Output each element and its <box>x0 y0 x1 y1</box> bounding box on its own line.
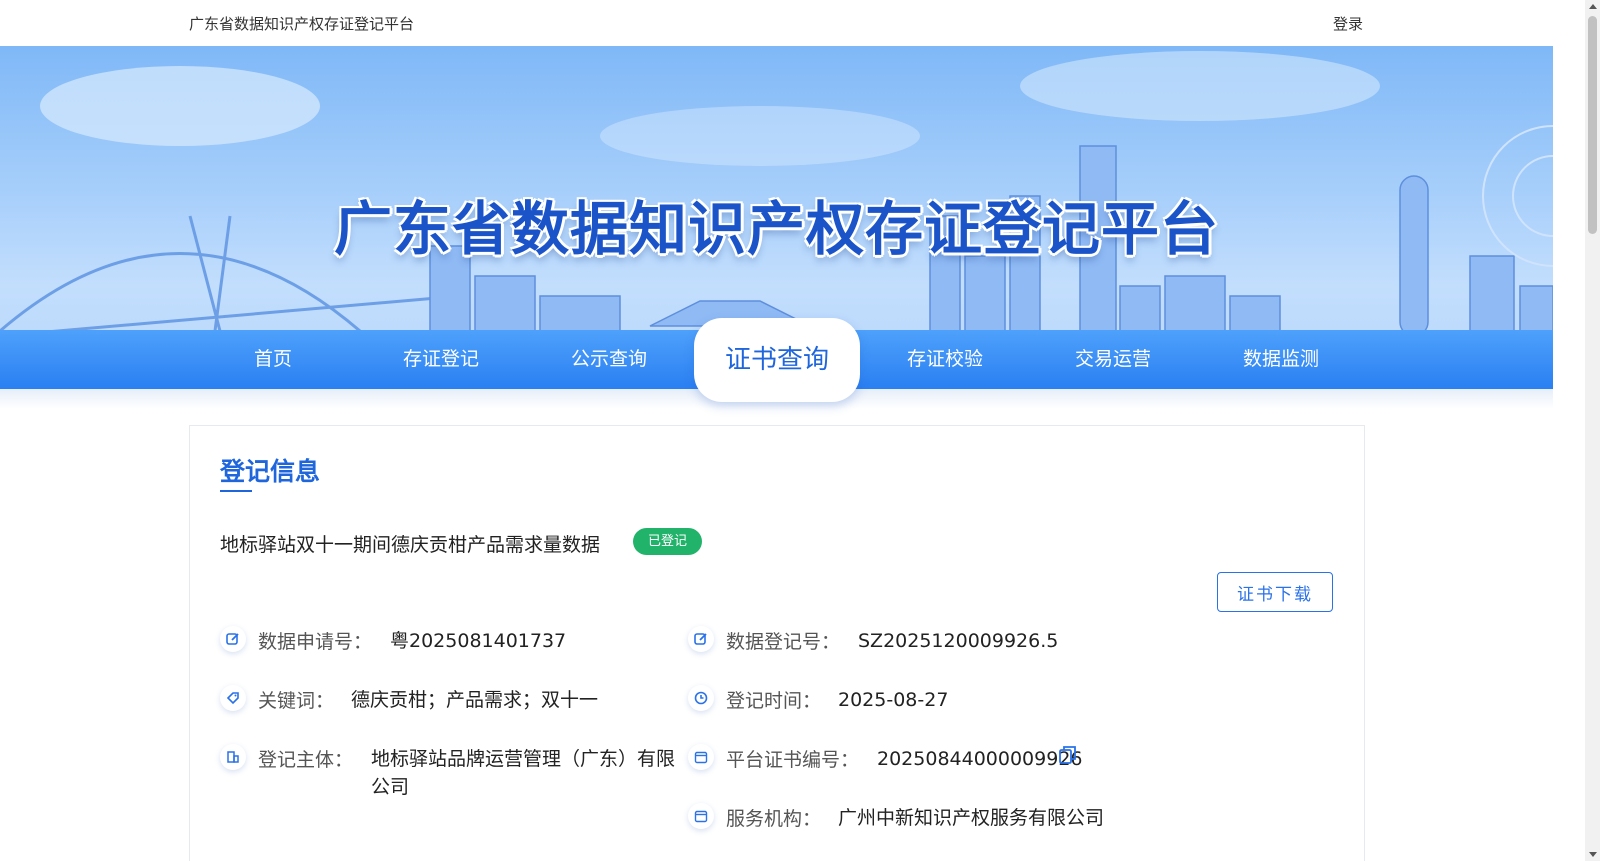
edit-icon <box>220 626 246 652</box>
page-scrollbar[interactable] <box>1585 0 1600 861</box>
section-title: 登记信息 <box>220 457 321 486</box>
building-icon <box>220 744 246 770</box>
section-underline <box>220 490 252 492</box>
status-badge: 已登记 <box>633 528 702 555</box>
scroll-down-arrow-icon[interactable] <box>1589 852 1597 857</box>
field-label: 数据申请号： <box>258 631 373 653</box>
clock-icon <box>688 685 714 711</box>
field-keywords: 关键词： 德庆贡柑；产品需求；双十一 <box>220 685 680 715</box>
field-value: 20250844000009926 <box>877 748 1083 770</box>
nav-verify[interactable]: 存证校验 <box>861 330 1029 389</box>
tag-icon <box>220 685 246 711</box>
field-certificate-no: 平台证书编号： 20250844000009926 <box>688 744 1208 774</box>
registration-info-card: 登记信息 地标驿站双十一期间德庆贡柑产品需求量数据 已登记 证书下载 数据申请号… <box>189 425 1365 861</box>
nav-trading[interactable]: 交易运营 <box>1029 330 1197 389</box>
field-application-no: 数据申请号： 粤2025081401737 <box>220 626 680 656</box>
field-value: 粤2025081401737 <box>390 630 567 652</box>
top-bar: 广东省数据知识产权存证登记平台 登录 <box>0 0 1553 46</box>
scroll-up-arrow-icon[interactable] <box>1589 4 1597 9</box>
edit-icon <box>688 626 714 652</box>
nav-monitoring[interactable]: 数据监测 <box>1197 330 1365 389</box>
record-title: 地标驿站双十一期间德庆贡柑产品需求量数据 <box>220 534 601 556</box>
copy-icon[interactable] <box>1059 745 1077 769</box>
field-label: 平台证书编号： <box>726 749 860 771</box>
field-label: 登记主体： <box>258 749 354 771</box>
nav-certificate-query-active[interactable]: 证书查询 <box>694 318 860 402</box>
login-link[interactable]: 登录 <box>1333 13 1363 34</box>
field-value: 德庆贡柑；产品需求；双十一 <box>351 689 599 711</box>
field-value: 地标驿站品牌运营管理（广东）有限公司 <box>371 748 676 798</box>
field-label: 登记时间： <box>726 690 822 712</box>
field-service-org: 服务机构： 广州中新知识产权服务有限公司 <box>688 803 1208 833</box>
field-registration-time: 登记时间： 2025-08-27 <box>688 685 1208 715</box>
field-label: 关键词： <box>258 690 335 712</box>
nav-register[interactable]: 存证登记 <box>357 330 525 389</box>
field-label: 服务机构： <box>726 808 822 830</box>
site-name: 广东省数据知识产权存证登记平台 <box>189 15 415 33</box>
field-value: 广州中新知识产权服务有限公司 <box>838 807 1105 829</box>
field-value: 2025-08-27 <box>838 689 949 711</box>
certificate-download-button[interactable]: 证书下载 <box>1217 572 1333 612</box>
field-value: SZ2025120009926.5 <box>858 630 1059 652</box>
field-label: 数据登记号： <box>726 631 841 653</box>
field-registrant: 登记主体： 地标驿站品牌运营管理（广东）有限公司 <box>220 744 690 804</box>
nav-public-query[interactable]: 公示查询 <box>525 330 693 389</box>
nav-home[interactable]: 首页 <box>189 330 357 389</box>
calendar-icon <box>688 744 714 770</box>
calendar-icon <box>688 803 714 829</box>
field-registration-no: 数据登记号： SZ2025120009926.5 <box>688 626 1208 656</box>
scroll-thumb[interactable] <box>1588 16 1597 234</box>
banner-title: 广东省数据知识产权存证登记平台 <box>333 195 1219 263</box>
